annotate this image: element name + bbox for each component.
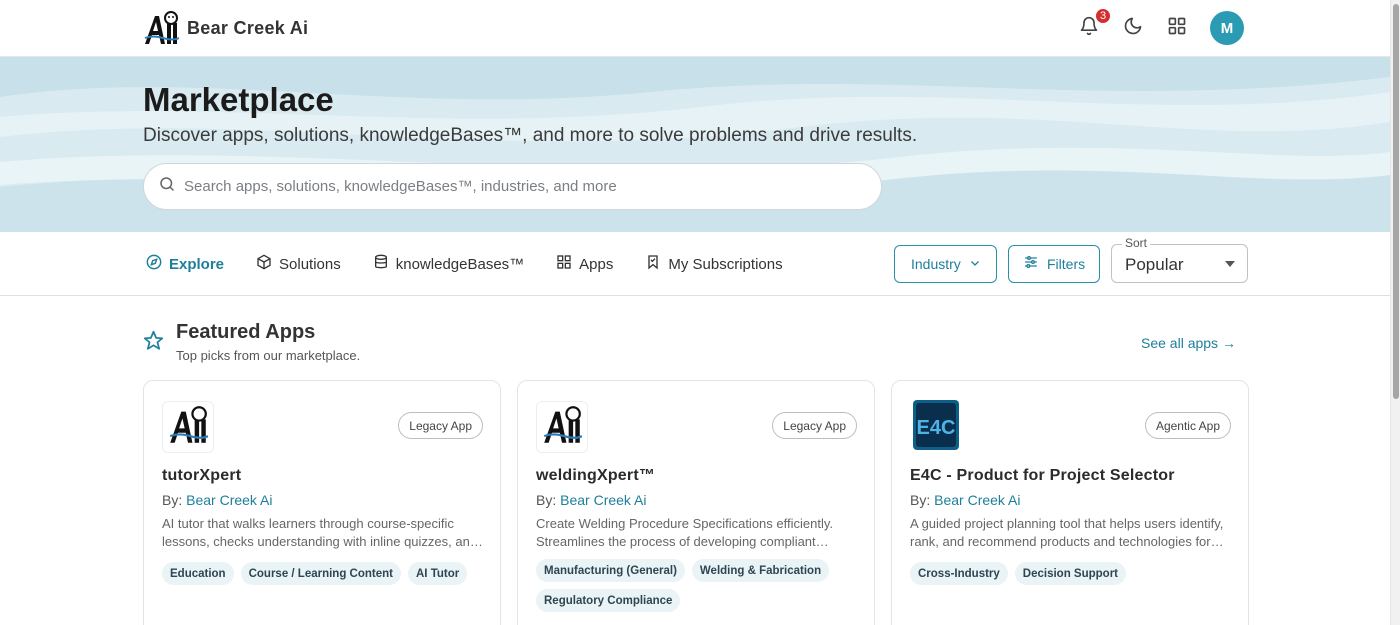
tab-label: Explore xyxy=(169,255,225,273)
brand[interactable]: Bear Creek Ai xyxy=(143,11,308,45)
app-title: E4C - Product for Project Selector xyxy=(910,467,1175,484)
user-avatar[interactable]: M xyxy=(1210,11,1244,45)
scrollbar-thumb[interactable] xyxy=(1393,4,1399,399)
page-subtitle: Discover apps, solutions, knowledgeBases… xyxy=(143,125,918,146)
top-actions: 3 M xyxy=(1078,7,1244,45)
bear-logo-icon xyxy=(143,11,180,45)
author-prefix: By: xyxy=(162,492,183,508)
tab-label: Solutions xyxy=(279,255,341,273)
tab-my-subscriptions[interactable]: My Subscriptions xyxy=(645,254,783,274)
category-nav: Explore Solutions knowledgeBases™ Apps M… xyxy=(0,232,1390,296)
tag-chip[interactable]: Cross-Industry xyxy=(910,562,1008,585)
chevron-down-icon xyxy=(969,256,981,272)
bear-logo-icon xyxy=(542,405,583,450)
app-logo: E4C xyxy=(910,399,962,456)
sort-select[interactable]: Sort Popular xyxy=(1111,236,1248,283)
app-title: tutorXpert xyxy=(162,467,242,484)
e4c-logo-icon: E4C xyxy=(911,399,961,456)
moon-icon xyxy=(1123,16,1143,41)
tag-chip[interactable]: AI Tutor xyxy=(408,562,468,585)
bear-logo-icon xyxy=(168,405,209,450)
app-logo xyxy=(536,401,588,453)
section-subtitle: Top picks from our marketplace. xyxy=(176,348,361,363)
tag-chip[interactable]: Regulatory Compliance xyxy=(536,589,681,612)
apps-grid-button[interactable] xyxy=(1166,17,1188,39)
app-type-badge: Legacy App xyxy=(772,412,857,439)
app-author: By: Bear Creek Ai xyxy=(162,492,273,508)
dark-mode-toggle[interactable] xyxy=(1122,17,1144,39)
author-link[interactable]: Bear Creek Ai xyxy=(560,492,646,508)
tab-label: My Subscriptions xyxy=(668,255,783,273)
marketplace-page: Bear Creek Ai 3 M Marketplace Discover a… xyxy=(0,0,1400,625)
sort-label: Sort xyxy=(1122,236,1151,250)
app-description: A guided project planning tool that help… xyxy=(910,516,1224,549)
sort-value: Popular xyxy=(1125,255,1184,274)
sliders-icon xyxy=(1023,254,1039,273)
cube-icon xyxy=(256,254,272,274)
author-prefix: By: xyxy=(536,492,557,508)
tab-list: Explore Solutions knowledgeBases™ Apps M… xyxy=(146,254,783,274)
bookmark-icon xyxy=(645,254,661,274)
app-card[interactable]: E4C Agentic App E4C - Product for Projec… xyxy=(891,380,1249,625)
industry-dropdown[interactable]: Industry xyxy=(894,244,997,283)
database-icon xyxy=(373,254,389,274)
author-link[interactable]: Bear Creek Ai xyxy=(934,492,1020,508)
notification-count-badge: 3 xyxy=(1094,7,1112,25)
tag-chip[interactable]: Education xyxy=(162,562,234,585)
hero-banner: Marketplace Discover apps, solutions, kn… xyxy=(0,57,1390,232)
section-title: Featured Apps xyxy=(176,321,316,343)
tab-knowledgebases[interactable]: knowledgeBases™ xyxy=(373,254,524,274)
industry-label: Industry xyxy=(911,255,961,272)
app-tags: Cross-Industry Decision Support xyxy=(910,562,1232,585)
author-link[interactable]: Bear Creek Ai xyxy=(186,492,272,508)
tag-chip[interactable]: Decision Support xyxy=(1014,562,1126,585)
tag-chip[interactable]: Welding & Fabrication xyxy=(691,559,830,582)
see-all-apps-link[interactable]: See all apps → xyxy=(1141,335,1236,351)
search-icon xyxy=(158,175,176,198)
tab-explore[interactable]: Explore xyxy=(146,254,224,274)
top-bar: Bear Creek Ai 3 M xyxy=(0,0,1390,57)
caret-down-icon xyxy=(1225,261,1235,267)
app-description: Create Welding Procedure Specifications … xyxy=(536,516,833,549)
tab-apps[interactable]: Apps xyxy=(556,254,613,274)
search-input[interactable] xyxy=(184,178,844,195)
filters-label: Filters xyxy=(1047,255,1086,272)
page-scrollbar[interactable] xyxy=(1390,0,1400,625)
app-card[interactable]: Legacy App tutorXpert By: Bear Creek Ai … xyxy=(143,380,501,625)
app-tags: Manufacturing (General) Welding & Fabric… xyxy=(536,559,858,612)
notifications-button[interactable]: 3 xyxy=(1078,7,1112,39)
author-prefix: By: xyxy=(910,492,931,508)
app-card[interactable]: Legacy App weldingXpert™ By: Bear Creek … xyxy=(517,380,875,625)
filters-button[interactable]: Filters xyxy=(1008,244,1100,283)
star-icon xyxy=(143,330,164,356)
brand-name: Bear Creek Ai xyxy=(187,17,309,38)
tab-label: Apps xyxy=(579,255,614,273)
app-author: By: Bear Creek Ai xyxy=(536,492,647,508)
page-title: Marketplace xyxy=(143,81,334,118)
filter-controls: Industry Filters Sort Popular xyxy=(894,236,1248,283)
app-title: weldingXpert™ xyxy=(536,467,656,484)
featured-apps-list: Legacy App tutorXpert By: Bear Creek Ai … xyxy=(143,380,1249,625)
app-logo xyxy=(162,401,214,453)
app-author: By: Bear Creek Ai xyxy=(910,492,1021,508)
search-bar xyxy=(143,163,882,210)
app-tags: Education Course / Learning Content AI T… xyxy=(162,562,484,585)
grid-icon xyxy=(556,254,572,274)
tag-chip[interactable]: Course / Learning Content xyxy=(240,562,401,585)
tag-chip[interactable]: Manufacturing (General) xyxy=(536,559,685,582)
svg-text:E4C: E4C xyxy=(917,417,956,439)
compass-icon xyxy=(146,254,162,274)
tab-solutions[interactable]: Solutions xyxy=(256,254,341,274)
app-description: AI tutor that walks learners through cou… xyxy=(162,516,478,549)
tab-label: knowledgeBases™ xyxy=(395,255,525,273)
app-type-badge: Legacy App xyxy=(398,412,483,439)
app-type-badge: Agentic App xyxy=(1144,412,1231,439)
grid-icon xyxy=(1167,16,1187,41)
